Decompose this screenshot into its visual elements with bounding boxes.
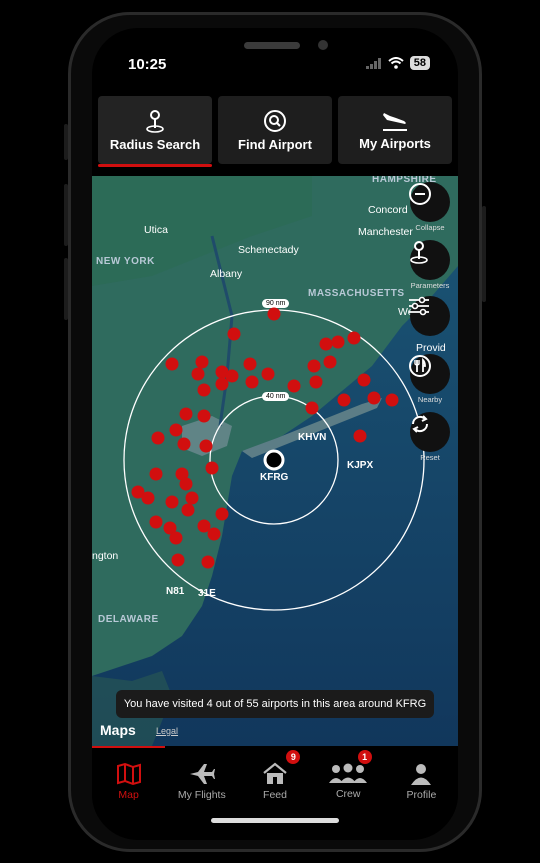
maps-logo: Maps bbox=[100, 722, 136, 738]
city-label: ngton bbox=[92, 550, 119, 562]
tab-find-airport[interactable]: Find Airport bbox=[218, 96, 332, 164]
utensils-icon bbox=[409, 355, 431, 377]
speaker-grille bbox=[244, 42, 300, 49]
home-indicator bbox=[211, 818, 339, 823]
battery-indicator: 58 bbox=[409, 56, 430, 70]
legal-link[interactable]: Legal bbox=[156, 726, 178, 736]
crew-badge: 1 bbox=[357, 750, 372, 764]
filters-control[interactable] bbox=[408, 296, 452, 336]
nav-label: Feed bbox=[263, 788, 287, 801]
tab-label: Radius Search bbox=[109, 136, 201, 152]
parameters-control[interactable]: Parameters bbox=[408, 240, 452, 290]
power-button bbox=[482, 206, 486, 302]
control-caption: Parameters bbox=[410, 281, 450, 290]
ring-distance-label: 90 nm bbox=[262, 299, 290, 308]
nearby-control[interactable]: Nearby bbox=[408, 354, 452, 404]
reset-control[interactable]: Reset bbox=[408, 412, 452, 462]
city-label: Albany bbox=[210, 268, 243, 280]
house-icon bbox=[263, 762, 287, 784]
region-label: NEW YORK bbox=[96, 256, 155, 267]
nav-profile[interactable]: Profile bbox=[385, 746, 458, 816]
front-camera bbox=[318, 40, 328, 50]
minus-circle-icon bbox=[409, 183, 431, 205]
signal-icon bbox=[365, 57, 381, 69]
airport-label: 31E bbox=[198, 588, 216, 599]
control-caption: Reset bbox=[420, 453, 440, 462]
collapse-control[interactable]: Collapse bbox=[408, 182, 452, 232]
screen: 10:25 58 Radius Search Find Airport My A… bbox=[92, 28, 458, 840]
maps-logo-text: Maps bbox=[100, 722, 136, 738]
map-icon bbox=[116, 762, 141, 785]
tab-my-airports[interactable]: My Airports bbox=[338, 96, 452, 164]
nav-crew[interactable]: Crew 1 bbox=[312, 746, 385, 816]
nav-label: Crew bbox=[335, 787, 361, 800]
city-label: Schenectady bbox=[238, 244, 299, 256]
tab-radius-search[interactable]: Radius Search bbox=[98, 96, 212, 167]
tab-label: My Airports bbox=[359, 135, 431, 151]
nav-my-flights[interactable]: My Flights bbox=[165, 746, 238, 816]
collapse-button[interactable] bbox=[409, 182, 450, 222]
ring-distance-label: 40 nm bbox=[262, 392, 290, 401]
city-label: Utica bbox=[144, 224, 168, 236]
feed-badge: 9 bbox=[286, 750, 301, 764]
region-label: DELAWARE bbox=[98, 614, 159, 625]
mute-switch bbox=[64, 124, 68, 160]
filters-button[interactable] bbox=[409, 296, 450, 336]
sliders-icon bbox=[409, 296, 429, 316]
control-caption: Collapse bbox=[415, 223, 445, 232]
city-label: Concord bbox=[368, 204, 408, 216]
volume-up-button bbox=[64, 184, 68, 246]
wifi-icon bbox=[388, 57, 404, 69]
status-bar: 10:25 58 bbox=[92, 28, 458, 88]
group-icon bbox=[329, 763, 368, 783]
pin-icon bbox=[410, 241, 428, 264]
region-label: MASSACHUSETTS bbox=[308, 288, 405, 299]
nav-feed[interactable]: Feed 9 bbox=[238, 746, 311, 816]
airport-label: KJPX bbox=[347, 460, 374, 471]
nav-label: Map bbox=[118, 788, 139, 801]
airport-label: KHVN bbox=[298, 432, 327, 443]
search-mode-tabs: Radius Search Find Airport My Airports bbox=[98, 96, 452, 167]
city-label: Manchester bbox=[358, 226, 413, 238]
nearby-button[interactable] bbox=[409, 354, 450, 394]
control-caption: Nearby bbox=[417, 395, 443, 404]
parameters-button[interactable] bbox=[410, 240, 450, 280]
volume-down-button bbox=[64, 258, 68, 320]
reset-button[interactable] bbox=[410, 412, 450, 452]
nav-label: My Flights bbox=[177, 788, 226, 801]
status-time: 10:25 bbox=[128, 56, 167, 73]
bottom-tab-bar: Map My Flights Feed 9 Crew 1 Profile bbox=[92, 746, 458, 816]
nav-label: Profile bbox=[406, 788, 437, 801]
city-label: Provid bbox=[416, 342, 446, 354]
nav-map[interactable]: Map bbox=[92, 746, 166, 816]
visited-summary-toast: You have visited 4 out of 55 airports in… bbox=[116, 690, 434, 718]
airport-label-home: KFRG bbox=[260, 472, 289, 483]
map-view[interactable]: HAMPSHIRE NEW YORK MASSACHUSETTS DELAWAR… bbox=[92, 176, 458, 746]
airplane-icon bbox=[189, 763, 215, 784]
refresh-icon bbox=[411, 415, 429, 433]
status-icons: 58 bbox=[365, 56, 430, 70]
airport-label: N81 bbox=[166, 586, 185, 597]
search-icon bbox=[264, 109, 286, 132]
person-icon bbox=[411, 763, 432, 785]
plane-landing-icon bbox=[383, 112, 407, 131]
tab-label: Find Airport bbox=[238, 136, 312, 152]
pin-icon bbox=[146, 109, 164, 133]
